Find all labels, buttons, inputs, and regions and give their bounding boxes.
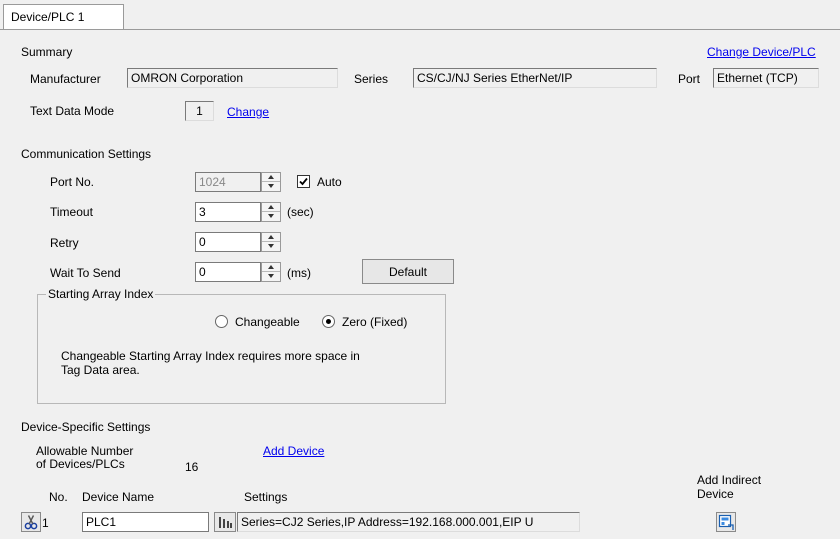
check-icon [299, 177, 308, 186]
tab-device-plc-1[interactable]: Device/PLC 1 [3, 4, 124, 30]
timeout-label: Timeout [50, 205, 93, 219]
settings-list-icon [219, 517, 232, 528]
wait-to-send-input[interactable] [195, 262, 261, 282]
manufacturer-label: Manufacturer [30, 72, 101, 86]
array-note-line2: Tag Data area. [61, 363, 140, 377]
zero-fixed-radio[interactable] [322, 315, 335, 328]
tab-label: Device/PLC 1 [11, 10, 85, 24]
delete-device-button[interactable] [21, 512, 41, 532]
spin-up-icon [268, 235, 274, 239]
spin-up-icon [268, 205, 274, 209]
port-no-input[interactable] [195, 172, 261, 192]
series-label: Series [354, 72, 389, 86]
auto-label: Auto [317, 175, 342, 189]
default-button[interactable]: Default [362, 259, 454, 284]
spin-down-icon [268, 184, 274, 188]
spin-up-icon [268, 175, 274, 179]
indirect-device-icon [718, 514, 734, 530]
spin-down-icon [268, 214, 274, 218]
add-indirect-device-line2: Device [697, 487, 734, 501]
text-data-mode-field: 1 [185, 101, 214, 121]
device-plc-panel [1, 30, 840, 539]
spin-down-icon [268, 244, 274, 248]
wait-to-send-label: Wait To Send [50, 266, 121, 280]
communication-settings-heading: Communication Settings [21, 147, 152, 161]
timeout-unit: (sec) [287, 205, 314, 219]
retry-input[interactable] [195, 232, 261, 252]
retry-spinner[interactable] [261, 232, 281, 252]
allowable-number-value: 16 [185, 460, 199, 474]
wait-to-send-unit: (ms) [287, 266, 311, 280]
starting-array-index-legend: Starting Array Index [46, 287, 156, 301]
timeout-input[interactable] [195, 202, 261, 222]
zero-fixed-label: Zero (Fixed) [342, 315, 408, 329]
column-header-no: No. [49, 490, 68, 504]
manufacturer-field: OMRON Corporation [127, 68, 338, 88]
spin-up-icon [268, 265, 274, 269]
retry-label: Retry [50, 236, 79, 250]
add-indirect-device-button[interactable] [716, 512, 736, 532]
port-label: Port [678, 72, 701, 86]
device-settings-button[interactable] [214, 512, 236, 532]
timeout-spinner[interactable] [261, 202, 281, 222]
change-text-mode-link[interactable]: Change [227, 105, 269, 119]
device-name-input[interactable] [82, 512, 209, 532]
port-no-label: Port No. [50, 175, 95, 189]
auto-checkbox[interactable] [297, 175, 310, 188]
text-data-mode-label: Text Data Mode [30, 104, 115, 118]
spin-down-icon [268, 274, 274, 278]
series-field: CS/CJ/NJ Series EtherNet/IP [413, 68, 657, 88]
allowable-number-line2: of Devices/PLCs [36, 457, 125, 471]
allowable-number-line1: Allowable Number [36, 444, 134, 458]
changeable-radio[interactable] [215, 315, 228, 328]
port-field: Ethernet (TCP) [713, 68, 819, 88]
device-specific-heading: Device-Specific Settings [21, 420, 151, 434]
scissors-icon [24, 515, 38, 530]
radio-selected-dot [326, 319, 331, 324]
column-header-settings: Settings [244, 490, 288, 504]
summary-heading: Summary [21, 45, 73, 59]
add-indirect-device-line1: Add Indirect [697, 473, 762, 487]
array-note-line1: Changeable Starting Array Index requires… [61, 349, 360, 363]
port-no-spinner[interactable] [261, 172, 281, 192]
row-number: 1 [42, 516, 49, 530]
change-device-plc-link[interactable]: Change Device/PLC [707, 45, 816, 59]
add-device-link[interactable]: Add Device [263, 444, 324, 458]
device-settings-field: Series=CJ2 Series,IP Address=192.168.000… [237, 512, 580, 532]
column-header-device-name: Device Name [82, 490, 155, 504]
wait-to-send-spinner[interactable] [261, 262, 281, 282]
changeable-label: Changeable [235, 315, 300, 329]
